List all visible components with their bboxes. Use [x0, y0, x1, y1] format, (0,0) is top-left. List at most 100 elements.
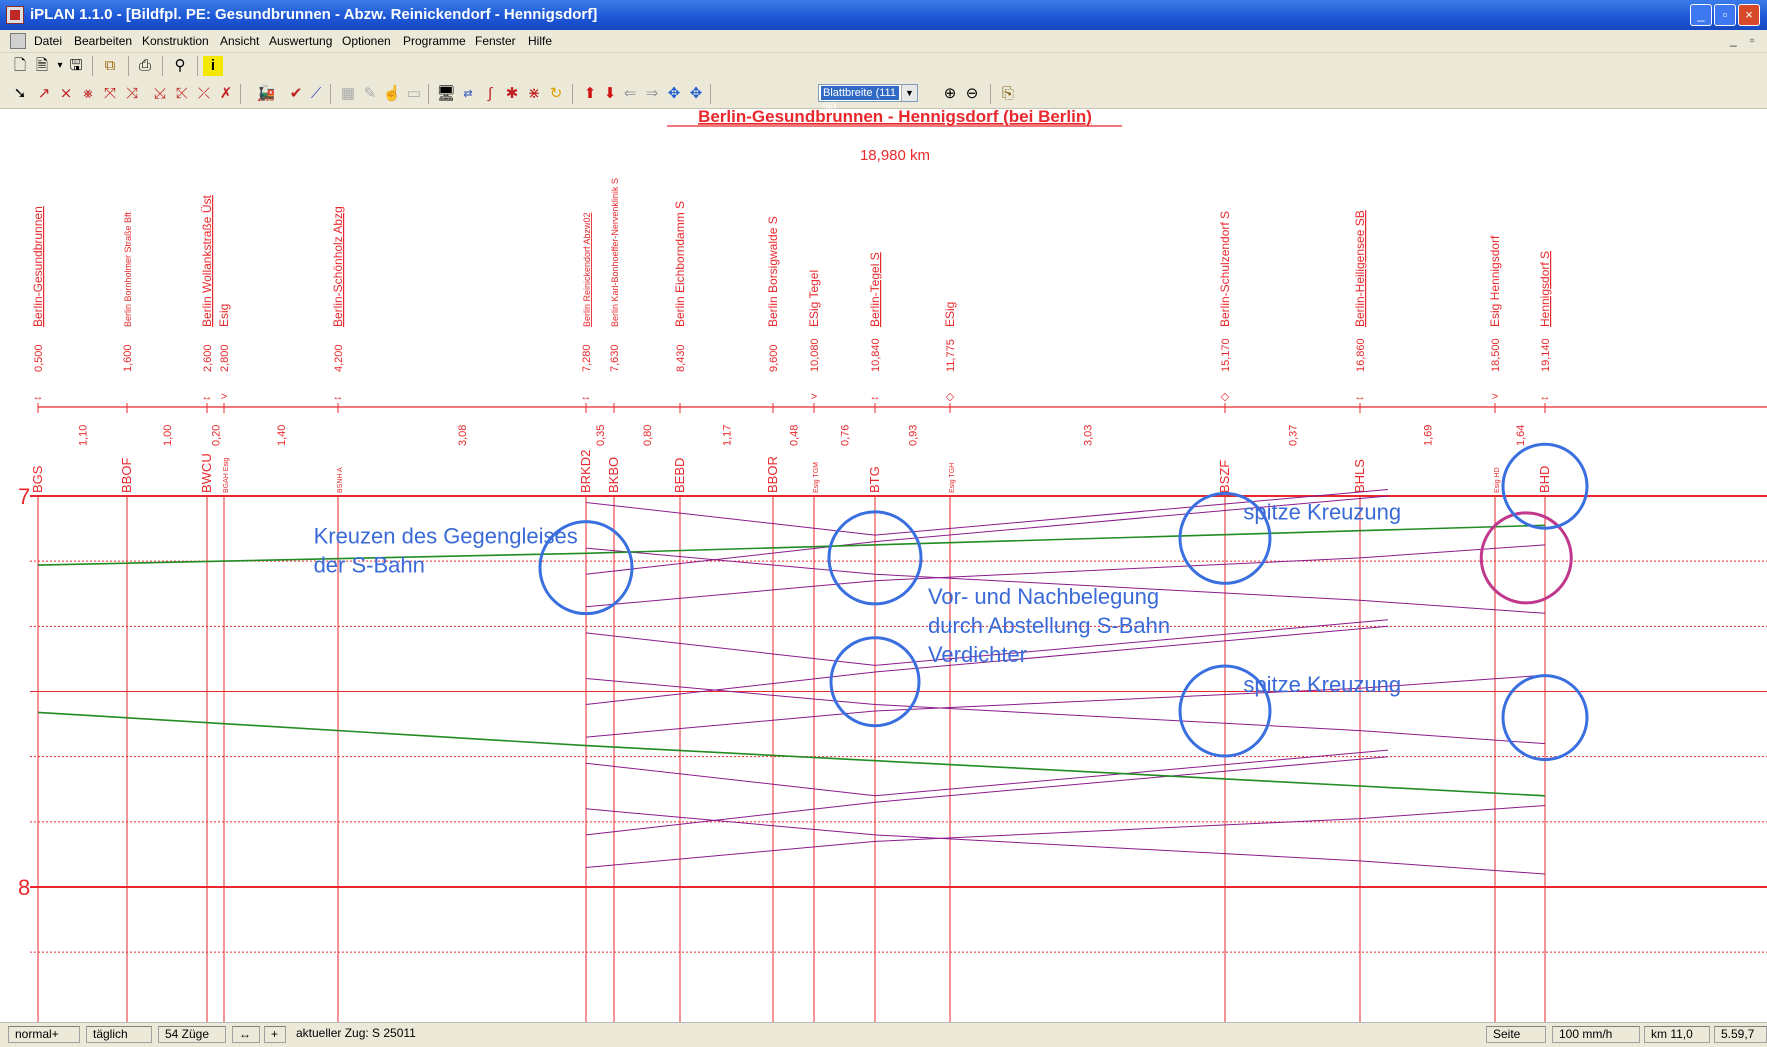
monitor-icon[interactable]: 🖥: [436, 84, 456, 104]
move-icon[interactable]: ✥: [664, 84, 684, 104]
menu-auswertung[interactable]: Auswertung: [269, 34, 332, 48]
zoom-select[interactable]: Blattbreite (111 %) ▼: [818, 84, 918, 113]
station-km: 0,500: [33, 344, 45, 372]
timetable-chart[interactable]: Berlin-Gesundbrunnen - Hennigsdorf (bei …: [0, 109, 1767, 1022]
s-bahn-train-path[interactable]: [585, 674, 1546, 738]
menu-programme[interactable]: Programme: [403, 34, 466, 48]
conflict-icon[interactable]: ✱: [502, 84, 522, 104]
select-arrow-icon[interactable]: ➘: [10, 84, 30, 104]
construction-toolbar: ➘ ↗ ⨯ ⨳ ⤧ ⤨ ⤩ ⤪ ⤫ ✗ 🚂 ✔ ⟋ ▦ ✎ ☝ ▭ 🖥 ⇄ ∫ …: [0, 80, 1767, 113]
arrow-up-icon[interactable]: ⬆: [580, 84, 600, 104]
route-icon[interactable]: ⇄: [458, 84, 478, 104]
station-name: Berlin Bornholmer Straße Bft: [123, 211, 133, 327]
chevron-down-icon[interactable]: ▼: [901, 85, 917, 101]
refresh-icon[interactable]: ↻: [546, 84, 566, 104]
status-current-train: aktueller Zug: S 25011: [296, 1026, 416, 1040]
page-setup-icon[interactable]: ⎘: [998, 84, 1018, 104]
mdi-restore-button[interactable]: ▫: [1750, 33, 1754, 47]
toolbar-separator: [197, 56, 198, 76]
mdi-minimize-button[interactable]: _: [1730, 33, 1737, 47]
segment-length: 0,20: [211, 425, 223, 446]
station-name: Berlin Eichborndamm S: [673, 201, 687, 327]
total-length: 18,980 km: [860, 147, 930, 164]
segment-length: 1,17: [722, 425, 734, 446]
menu-fenster[interactable]: Fenster: [475, 34, 516, 48]
station-symbol: >: [1492, 391, 1498, 403]
menu-ansicht[interactable]: Ansicht: [220, 34, 259, 48]
station-code: BKBO: [606, 457, 621, 493]
station-code: BEBD: [672, 458, 687, 493]
station-symbol: ↔: [581, 391, 592, 403]
pass-tool-icon[interactable]: ⤪: [172, 84, 192, 104]
station-name: Esig Hennigsdorf: [1488, 235, 1502, 327]
disabled-hand-icon: ☝: [382, 85, 402, 102]
menu-konstruktion[interactable]: Konstruktion: [142, 34, 209, 48]
disabled-edit-icon: ✎: [363, 85, 377, 102]
copy-icon[interactable]: ⧉: [100, 56, 120, 76]
edit-line-icon[interactable]: ⟋: [306, 84, 326, 104]
status-speed: 100 mm/h: [1552, 1026, 1640, 1043]
app-icon[interactable]: [6, 6, 24, 24]
station-symbol: ◇: [946, 391, 955, 403]
station-code: BHLS: [1352, 459, 1367, 493]
regional-train-path[interactable]: [37, 524, 1546, 566]
menu-hilfe[interactable]: Hilfe: [528, 34, 552, 48]
arrow-left-icon[interactable]: ⇐: [620, 84, 640, 104]
print-icon[interactable]: ⎙: [135, 56, 155, 76]
crossing-tool-icon[interactable]: ⨯: [56, 84, 76, 104]
delete-tool-icon[interactable]: ✗: [216, 84, 236, 104]
status-direction[interactable]: ↔: [232, 1026, 260, 1043]
minimize-button[interactable]: _: [1690, 4, 1712, 26]
title-bar: iPLAN 1.1.0 - [Bildfpl. PE: Gesundbrunne…: [0, 0, 1767, 30]
draw-train-icon[interactable]: ↗: [34, 84, 54, 104]
station-name: Berlin-Schulzendorf S: [1218, 211, 1232, 327]
arrow-right-icon[interactable]: ⇒: [642, 84, 662, 104]
status-days[interactable]: täglich: [86, 1026, 152, 1043]
segment-length: 1,40: [276, 425, 288, 446]
station-name: Hennigsdorf S: [1538, 251, 1552, 327]
arrow-down-icon[interactable]: ⬇: [600, 84, 620, 104]
context-help-icon[interactable]: ⚲: [170, 56, 190, 76]
menu-optionen[interactable]: Optionen: [342, 34, 391, 48]
station-code: BSNH A: [337, 467, 344, 493]
zoom-value: Blattbreite (111 %): [821, 86, 899, 113]
menu-datei[interactable]: Datei: [34, 34, 62, 48]
document-icon[interactable]: [10, 33, 26, 49]
status-plus[interactable]: +: [264, 1026, 286, 1043]
locomotive-icon[interactable]: 🚂: [252, 84, 280, 104]
station-code: Esig TGM: [813, 462, 820, 493]
shift-tool-icon[interactable]: ⤫: [194, 84, 214, 104]
toolbar-separator: [240, 84, 241, 104]
check-icon[interactable]: ✔: [286, 84, 306, 104]
zoom-out-icon[interactable]: ⊖: [962, 84, 982, 104]
segment-length: 0,48: [789, 425, 801, 446]
maximize-button[interactable]: ▫: [1714, 4, 1736, 26]
zoom-in-icon[interactable]: ⊕: [940, 84, 960, 104]
menu-bar: Datei Bearbeiten Konstruktion Ansicht Au…: [0, 30, 1767, 53]
split-tool-icon[interactable]: ⤧: [100, 84, 120, 104]
new-file-icon[interactable]: 🗋: [10, 56, 30, 76]
join-tool-icon[interactable]: ⤨: [122, 84, 142, 104]
status-mode[interactable]: normal+: [8, 1026, 80, 1043]
train-path-icon[interactable]: ∫: [480, 84, 500, 104]
segment-length: 0,80: [642, 425, 654, 446]
close-button[interactable]: ×: [1738, 4, 1760, 26]
info-icon[interactable]: i: [203, 56, 223, 76]
menu-bearbeiten[interactable]: Bearbeiten: [74, 34, 132, 48]
multi-crossing-icon[interactable]: ⨳: [78, 84, 98, 104]
headway-icon[interactable]: ⋇: [524, 84, 544, 104]
station-code: BWCU: [199, 453, 214, 493]
annotation-text: der S-Bahn: [314, 553, 425, 578]
move-all-icon[interactable]: ✥: [686, 84, 706, 104]
save-icon[interactable]: 🖫: [66, 56, 86, 76]
station-code: BBOF: [119, 458, 134, 493]
annotation-text: Verdichter: [928, 642, 1027, 667]
segment-length: 0,76: [840, 425, 852, 446]
s-bahn-train-path[interactable]: [585, 805, 1546, 868]
status-train-count: 54 Züge: [158, 1026, 226, 1043]
stop-tool-icon[interactable]: ⤩: [150, 84, 170, 104]
station-name: Berlin Karl-Bonhoeffer-Nervenklinik S: [610, 178, 620, 327]
open-file-icon[interactable]: 🗎: [32, 56, 52, 76]
regional-train-path[interactable]: [37, 711, 1546, 797]
station-name: Berlin Borsigwalde S: [766, 216, 780, 327]
